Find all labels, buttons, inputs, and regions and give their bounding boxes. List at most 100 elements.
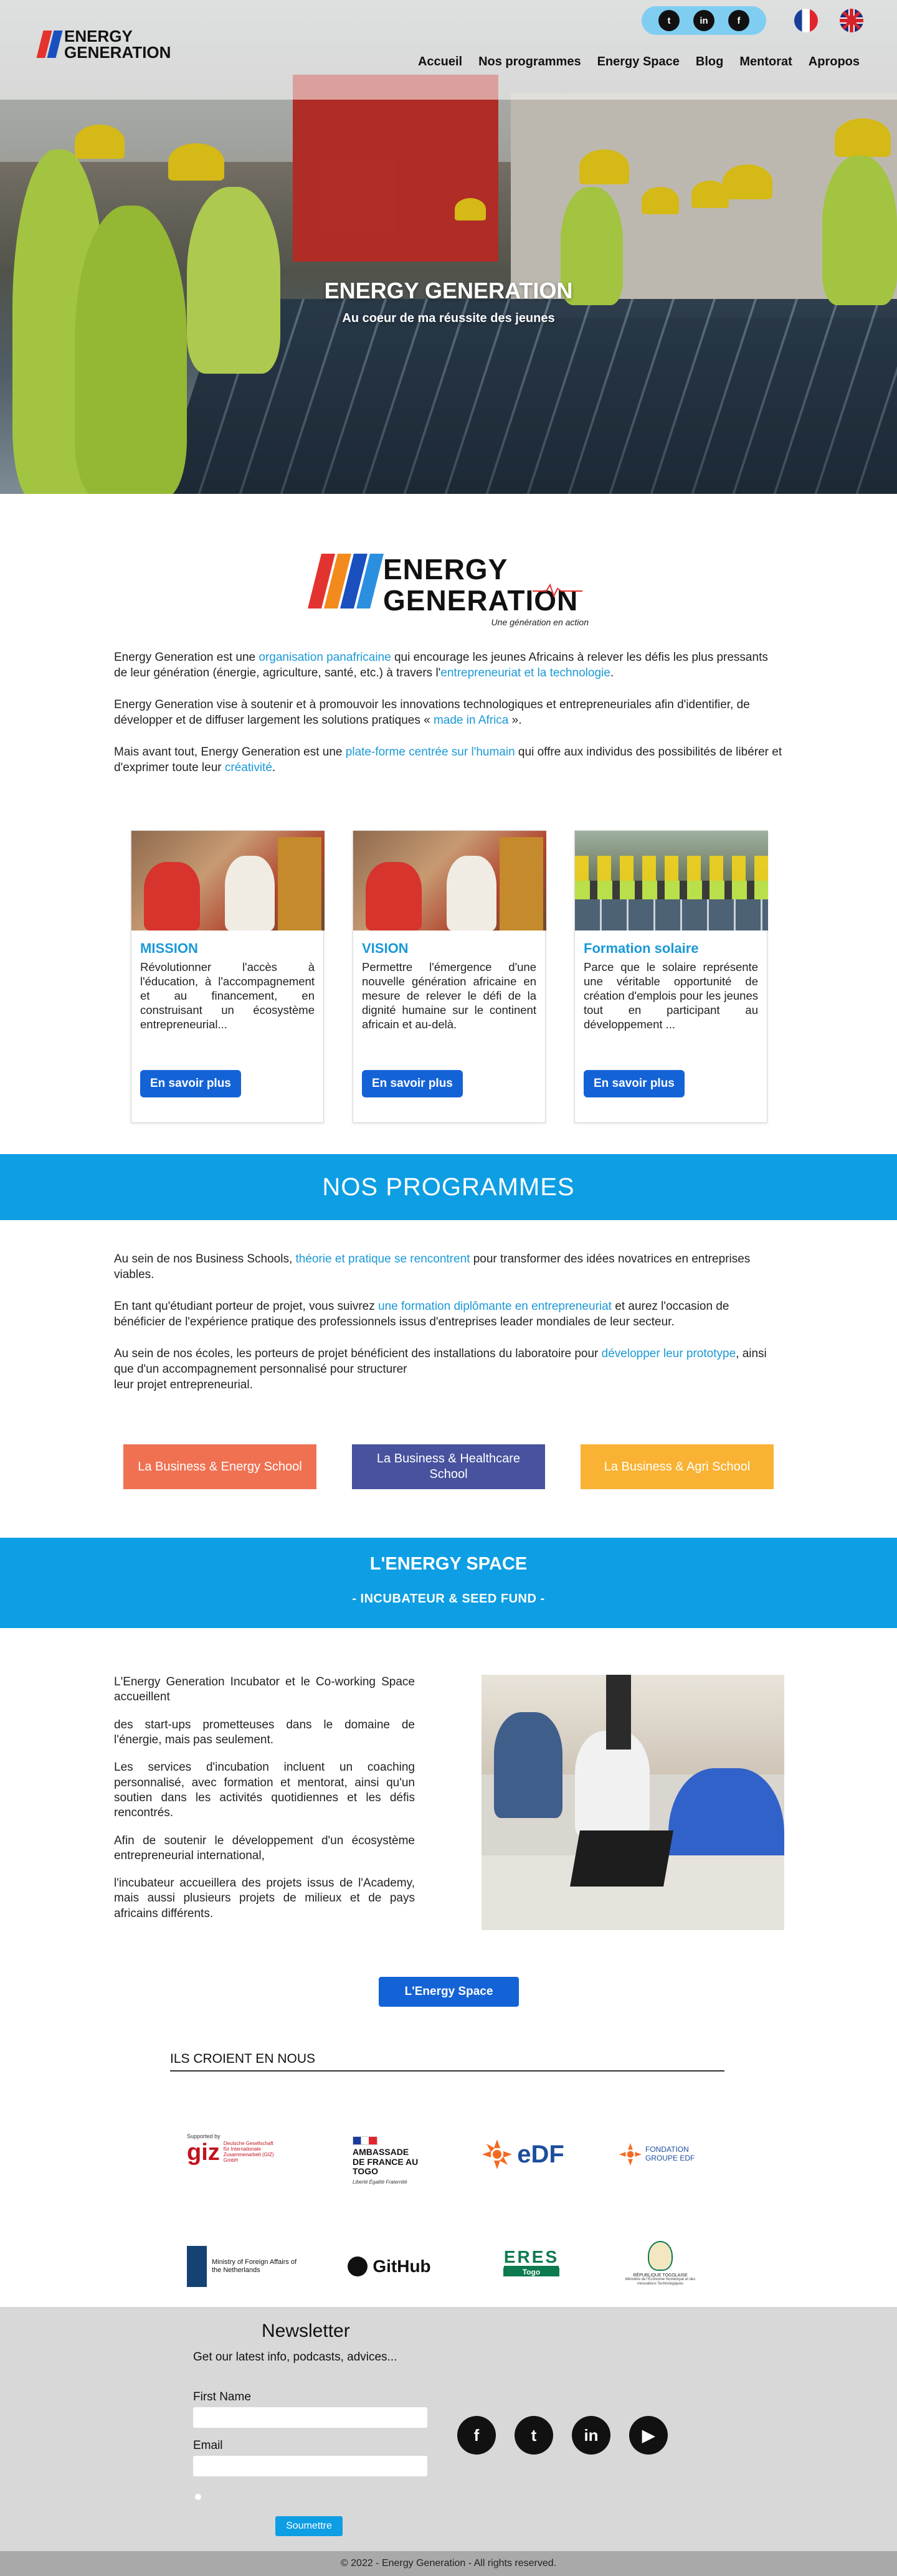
card-description: Parce que le solaire représente une véri… bbox=[584, 960, 758, 1031]
site-logo[interactable]: ENERGY GENERATION bbox=[36, 27, 171, 62]
nav-mentorat[interactable]: Mentorat bbox=[739, 55, 792, 69]
card-title: Formation solaire bbox=[584, 940, 699, 956]
card-mission: MISSION Révolutionner l'accès à l'éducat… bbox=[131, 830, 325, 1123]
link-developper-prototype[interactable]: développer leur prototype bbox=[602, 1347, 736, 1360]
nav-energy-space[interactable]: Energy Space bbox=[597, 55, 680, 69]
mission-more-button[interactable]: En savoir plus bbox=[140, 1070, 241, 1097]
energy-space-heading-band: L'ENERGY SPACE - INCUBATEUR & SEED FUND … bbox=[0, 1538, 897, 1628]
energy-space-paragraph: Afin de soutenir le développement d'un é… bbox=[114, 1834, 415, 1862]
logo-mark-icon bbox=[308, 554, 384, 608]
github-icon bbox=[348, 2256, 368, 2276]
energy-space-text: L'Energy Generation Incubator et le Co-w… bbox=[114, 1675, 415, 1934]
intro-paragraph: Energy Generation est une organisation p… bbox=[114, 651, 768, 680]
supporters-heading: ILS CROIENT EN NOUS bbox=[170, 2052, 724, 2072]
first-name-label: First Name bbox=[193, 2390, 251, 2403]
intro-paragraph: Energy Generation vise à soutenir et à p… bbox=[114, 698, 750, 727]
nav-nos-programmes[interactable]: Nos programmes bbox=[478, 55, 581, 69]
partner-ambassade-logo[interactable]: AMBASSADE DE FRANCE AU TOGO Liberté Égal… bbox=[353, 2126, 421, 2195]
card-photo bbox=[131, 831, 325, 930]
link-theorie-pratique[interactable]: théorie et pratique se rencontrent bbox=[296, 1252, 470, 1266]
link-organisation-panafricaine[interactable]: organisation panafricaine bbox=[259, 651, 391, 664]
energy-space-subheading: - INCUBATEUR & SEED FUND - bbox=[352, 1592, 545, 1606]
newsletter-title: Newsletter bbox=[262, 2321, 350, 2341]
intro-logo: ENERGY GENERATION Une génération en acti… bbox=[308, 550, 589, 627]
card-description: Révolutionner l'accès à l'éducation, à l… bbox=[140, 960, 315, 1031]
partner-togo-ministere-logo[interactable]: RÉPUBLIQUE TOGOLAISE Ministère de l'Écon… bbox=[623, 2232, 698, 2294]
programmes-paragraph: En tant qu'étudiant porteur de projet, v… bbox=[114, 1300, 729, 1329]
first-name-field[interactable] bbox=[193, 2407, 427, 2428]
energy-space-heading: L'ENERGY SPACE bbox=[369, 1554, 528, 1574]
copyright-text: © 2022 - Energy Generation - All rights … bbox=[340, 2558, 557, 2569]
edf-sun-icon bbox=[482, 2139, 513, 2169]
link-creativite[interactable]: créativité bbox=[225, 761, 272, 774]
netherlands-emblem-icon bbox=[187, 2246, 207, 2287]
energy-space-paragraph: L'Energy Generation Incubator et le Co-w… bbox=[114, 1675, 415, 1704]
hero-title: ENERGY GENERATION bbox=[324, 278, 573, 303]
partner-fondation-edf-logo[interactable]: FONDATION GROUPE EDF bbox=[614, 2139, 707, 2170]
twitter-icon[interactable]: t bbox=[658, 10, 680, 31]
programmes-heading: NOS PROGRAMMES bbox=[0, 1154, 897, 1220]
edf-sun-icon bbox=[619, 2143, 642, 2166]
programmes-text: Au sein de nos Business Schools, théorie… bbox=[114, 1251, 784, 1409]
logo-line1: ENERGY bbox=[64, 27, 133, 45]
facebook-icon[interactable]: f bbox=[457, 2416, 496, 2455]
linkedin-icon[interactable]: in bbox=[693, 10, 714, 31]
logo-tagline: Une génération en action bbox=[491, 617, 589, 627]
nav-blog[interactable]: Blog bbox=[696, 55, 723, 69]
link-plateforme[interactable]: plate-forme centrée sur l'humain bbox=[346, 746, 515, 759]
flag-france-icon[interactable] bbox=[794, 9, 818, 32]
footer: © 2022 - Energy Generation - All rights … bbox=[0, 2551, 897, 2576]
newsletter-social-links: f t in ▶ bbox=[457, 2416, 668, 2455]
card-vision: VISION Permettre l'émergence d'une nouve… bbox=[353, 830, 546, 1123]
pulse-line-icon bbox=[533, 583, 582, 598]
card-photo bbox=[575, 831, 768, 930]
email-field[interactable] bbox=[193, 2456, 427, 2476]
hero-subtitle: Au coeur de ma réussite des jeunes bbox=[342, 311, 555, 325]
energy-space-paragraph: des start-ups prometteuses dans le domai… bbox=[114, 1718, 415, 1746]
flag-france-icon bbox=[353, 2136, 377, 2146]
energy-space-paragraph: Les services d'incubation incluent un co… bbox=[114, 1761, 415, 1820]
partner-github-logo[interactable]: GitHub bbox=[346, 2254, 433, 2279]
agri-school-button[interactable]: La Business & Agri School bbox=[581, 1444, 774, 1489]
consent-radio[interactable] bbox=[195, 2494, 201, 2500]
newsletter-subtitle: Get our latest info, podcasts, advices..… bbox=[193, 2351, 397, 2364]
nav-apropos[interactable]: Apropos bbox=[809, 55, 860, 69]
card-title: MISSION bbox=[140, 940, 198, 956]
energy-space-paragraph: l'incubateur accueillera des projets iss… bbox=[114, 1877, 415, 1920]
energy-school-button[interactable]: La Business & Energy School bbox=[123, 1444, 316, 1489]
nav-accueil[interactable]: Accueil bbox=[418, 55, 462, 69]
flag-uk-icon[interactable] bbox=[840, 9, 863, 32]
card-formation-solaire: Formation solaire Parce que le solaire r… bbox=[574, 830, 768, 1123]
vision-more-button[interactable]: En savoir plus bbox=[362, 1070, 463, 1097]
card-description: Permettre l'émergence d'une nouvelle gén… bbox=[362, 960, 536, 1031]
energy-space-photo bbox=[482, 1675, 784, 1930]
newsletter-section: Newsletter Get our latest info, podcasts… bbox=[0, 2307, 897, 2551]
logo-mark-icon bbox=[36, 31, 63, 58]
link-formation-diplomante[interactable]: une formation diplômante en entrepreneur… bbox=[378, 1300, 612, 1313]
healthcare-school-button[interactable]: La Business & Healthcare School bbox=[352, 1444, 545, 1489]
logo-line2: GENERATION bbox=[64, 43, 171, 62]
card-photo bbox=[353, 831, 546, 930]
link-made-in-africa[interactable]: made in Africa bbox=[434, 714, 508, 727]
twitter-icon[interactable]: t bbox=[515, 2416, 553, 2455]
programmes-paragraph: Au sein de nos écoles, les porteurs de p… bbox=[114, 1347, 767, 1392]
youtube-icon[interactable]: ▶ bbox=[629, 2416, 668, 2455]
partner-giz-logo[interactable]: Supported by giz Deutsche Gesellschaft f… bbox=[187, 2128, 287, 2171]
partner-eres-logo[interactable]: ERES Togo bbox=[503, 2245, 559, 2280]
partners-section: Supported by giz Deutsche Gesellschaft f… bbox=[0, 2126, 897, 2307]
programmes-paragraph: Au sein de nos Business Schools, théorie… bbox=[114, 1252, 751, 1282]
linkedin-icon[interactable]: in bbox=[572, 2416, 610, 2455]
main-nav: Accueil Nos programmes Energy Space Blog… bbox=[418, 55, 860, 69]
cards-row: MISSION Révolutionner l'accès à l'éducat… bbox=[131, 830, 768, 1123]
intro-text: Energy Generation est une organisation p… bbox=[114, 650, 784, 792]
facebook-icon[interactable]: f bbox=[728, 10, 749, 31]
togo-coat-of-arms-icon bbox=[648, 2240, 673, 2271]
partner-netherlands-logo[interactable]: Ministry of Foreign Affairs of the Nethe… bbox=[187, 2245, 311, 2288]
formation-more-button[interactable]: En savoir plus bbox=[584, 1070, 685, 1097]
submit-button[interactable]: Soumettre bbox=[275, 2516, 343, 2536]
email-label: Email bbox=[193, 2439, 223, 2452]
energy-space-button[interactable]: L'Energy Space bbox=[379, 1977, 519, 2007]
energy-space-section: L'Energy Generation Incubator et le Co-w… bbox=[0, 1628, 897, 2126]
partner-edf-logo[interactable]: eDF bbox=[470, 2133, 576, 2176]
link-entrepreneuriat[interactable]: entrepreneuriat et la technologie bbox=[440, 666, 610, 680]
